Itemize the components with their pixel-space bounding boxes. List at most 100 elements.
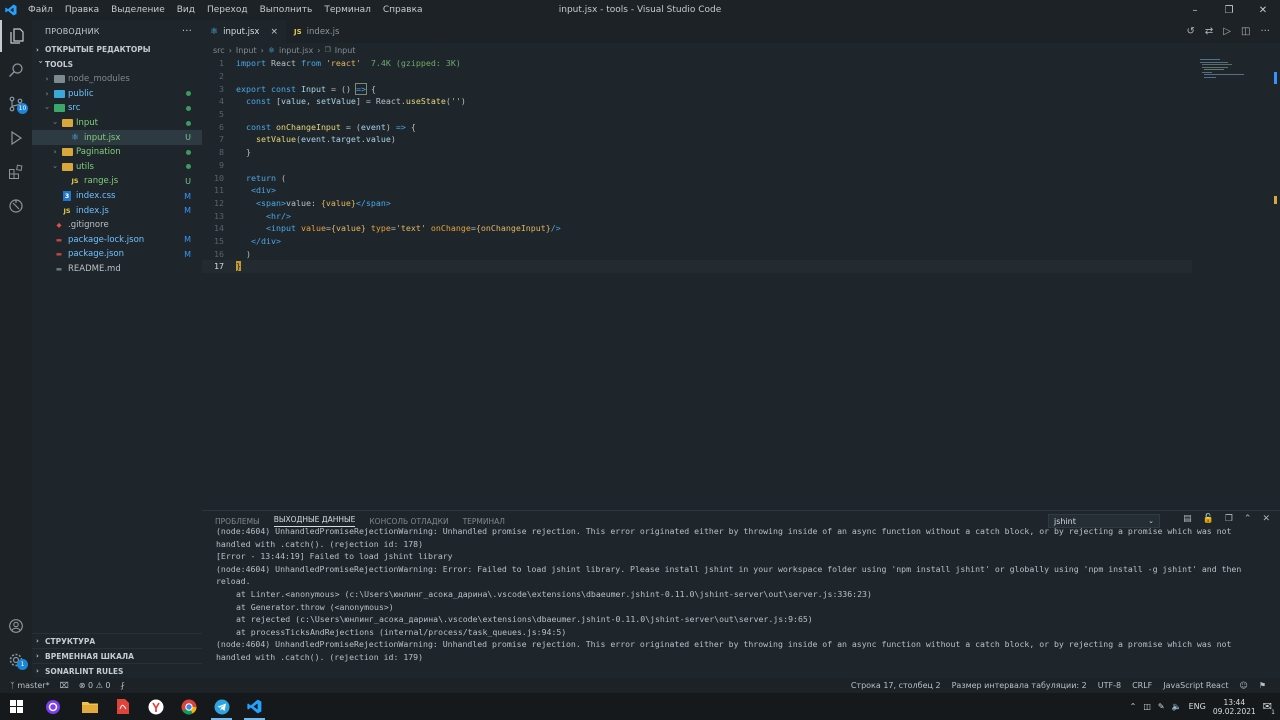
open-editors-section[interactable]: › ОТКРЫТЫЕ РЕДАКТОРЫ bbox=[32, 42, 202, 57]
tree-item[interactable]: ▬ package.json M bbox=[32, 247, 202, 262]
more-actions-icon[interactable]: ··· bbox=[182, 26, 192, 37]
menu-item[interactable]: Правка bbox=[59, 5, 105, 15]
indentation[interactable]: Размер интервала табуляции: 2 bbox=[952, 681, 1087, 690]
tree-item[interactable]: › Input bbox=[32, 116, 202, 131]
code-line[interactable]: 15 </div> bbox=[202, 235, 1192, 248]
menu-item[interactable]: Справка bbox=[377, 5, 429, 15]
menu-item[interactable]: Выполнить bbox=[254, 5, 319, 15]
maximize-panel-icon[interactable]: ❐ bbox=[1225, 514, 1233, 524]
tree-item[interactable]: JS range.js U bbox=[32, 174, 202, 189]
yandex-browser-icon[interactable] bbox=[139, 693, 172, 720]
menu-item[interactable]: Файл bbox=[22, 5, 59, 15]
clear-output-icon[interactable]: ▤ bbox=[1183, 514, 1192, 524]
more-actions-icon[interactable]: ··· bbox=[1260, 26, 1270, 37]
explorer-icon[interactable] bbox=[0, 20, 32, 52]
language-indicator[interactable]: ENG bbox=[1189, 702, 1206, 711]
network-icon[interactable]: ◫ bbox=[1143, 702, 1151, 711]
file-explorer-icon[interactable] bbox=[73, 693, 106, 720]
close-panel-icon[interactable]: ✕ bbox=[1262, 514, 1270, 524]
minimize-icon[interactable]: – bbox=[1178, 0, 1212, 20]
chrome-icon[interactable] bbox=[172, 693, 205, 720]
code-line[interactable]: 9 bbox=[202, 159, 1192, 172]
minimap[interactable] bbox=[1198, 57, 1268, 87]
feedback-icon[interactable]: ☺ bbox=[1239, 681, 1247, 690]
pen-icon[interactable]: ✎ bbox=[1158, 702, 1165, 711]
extensions-icon[interactable] bbox=[0, 156, 32, 188]
tree-item[interactable]: ◆ .gitignore bbox=[32, 218, 202, 233]
code-line[interactable]: 1 import React from 'react' 7.4K (gzipped… bbox=[202, 57, 1192, 70]
notifications-bell-icon[interactable]: ⚑ bbox=[1259, 681, 1266, 690]
menu-item[interactable]: Терминал bbox=[318, 5, 377, 15]
restore-icon[interactable]: ❐ bbox=[1212, 0, 1246, 20]
tree-item[interactable]: JS index.js M bbox=[32, 203, 202, 218]
tree-item[interactable]: › src bbox=[32, 101, 202, 116]
editor-scrollbar[interactable] bbox=[1274, 72, 1280, 512]
code-editor[interactable]: 1 import React from 'react' 7.4K (gzipped… bbox=[202, 57, 1192, 273]
code-line[interactable]: 16 ) bbox=[202, 247, 1192, 260]
settings-gear-icon[interactable]: 1 bbox=[0, 644, 32, 676]
notification-center-icon[interactable]: ✉ 1 bbox=[1263, 700, 1276, 716]
tree-item[interactable]: 3 index.css M bbox=[32, 189, 202, 204]
clock[interactable]: 13:44 09.02.2021 bbox=[1213, 698, 1256, 716]
problems-status[interactable]: ⊗ 0 ⚠ 0 bbox=[79, 681, 111, 690]
code-line[interactable]: 12 <span>value: {value}</span> bbox=[202, 197, 1192, 210]
breadcrumb-item[interactable]: input.jsx bbox=[279, 46, 313, 55]
tree-item[interactable]: › utils bbox=[32, 160, 202, 175]
encoding[interactable]: UTF-8 bbox=[1098, 681, 1121, 690]
live-share-icon[interactable]: ⌧ bbox=[60, 681, 69, 690]
cortana-icon[interactable] bbox=[33, 693, 73, 720]
code-line[interactable]: 3 export const Input = () => { bbox=[202, 82, 1192, 95]
tools-root-section[interactable]: › TOOLS bbox=[32, 57, 202, 72]
code-line[interactable]: 14 <input value={value} type='text' onCh… bbox=[202, 222, 1192, 235]
volume-icon[interactable]: 🔈 bbox=[1172, 702, 1182, 711]
tab-index-js[interactable]: JS index.js bbox=[286, 20, 347, 43]
language-mode[interactable]: JavaScript React bbox=[1163, 681, 1228, 690]
tree-item[interactable]: ▬ README.md bbox=[32, 262, 202, 277]
timeline-icon[interactable]: ↺ bbox=[1187, 26, 1195, 37]
menu-item[interactable]: Вид bbox=[171, 5, 201, 15]
breadcrumb-item[interactable]: Input bbox=[335, 46, 356, 55]
vscode-taskbar-icon[interactable] bbox=[238, 693, 271, 720]
pdf-reader-icon[interactable] bbox=[106, 693, 139, 720]
compare-icon[interactable]: ⇄ bbox=[1205, 26, 1213, 37]
menu-item[interactable]: Переход bbox=[201, 5, 254, 15]
sonarlint-icon[interactable] bbox=[0, 190, 32, 222]
close-icon[interactable]: ✕ bbox=[1246, 0, 1280, 20]
breadcrumb-item[interactable]: src bbox=[213, 46, 225, 55]
code-line[interactable]: 13 <hr/> bbox=[202, 209, 1192, 222]
tree-item[interactable]: ⚛ input.jsx U bbox=[32, 130, 202, 145]
code-line[interactable]: 7 setValue(event.target.value) bbox=[202, 133, 1192, 146]
menu-item[interactable]: Выделение bbox=[105, 5, 171, 15]
tree-item[interactable]: ▬ package-lock.json M bbox=[32, 233, 202, 248]
sidebar-section-1[interactable]: › ВРЕМЕННАЯ ШКАЛА bbox=[32, 648, 202, 663]
breadcrumb-item[interactable]: Input bbox=[236, 46, 257, 55]
cursor-position[interactable]: Строка 17, столбец 2 bbox=[851, 681, 941, 690]
line-ending[interactable]: CRLF bbox=[1132, 681, 1152, 690]
sidebar-section-2[interactable]: › SONARLINT RULES bbox=[32, 663, 202, 678]
search-icon[interactable] bbox=[0, 54, 32, 86]
run-debug-icon[interactable] bbox=[0, 122, 32, 154]
branch-status[interactable]: ᛉ master* bbox=[10, 681, 50, 690]
windows-start-icon[interactable] bbox=[0, 693, 33, 720]
code-line[interactable]: 2 bbox=[202, 70, 1192, 83]
code-line[interactable]: 6 const onChangeInput = (event) => { bbox=[202, 120, 1192, 133]
telegram-icon[interactable] bbox=[205, 693, 238, 720]
tree-item[interactable]: › node_modules bbox=[32, 72, 202, 87]
tab-input-jsx[interactable]: ⚛ input.jsx × bbox=[202, 20, 287, 43]
close-tab-icon[interactable]: × bbox=[270, 27, 278, 37]
code-line[interactable]: 4 const [value, setValue] = React.useSta… bbox=[202, 95, 1192, 108]
tray-chevron-up-icon[interactable]: ⌃ bbox=[1130, 702, 1137, 711]
run-icon[interactable]: ▷ bbox=[1223, 26, 1231, 37]
output-log[interactable]: (node:4604) UnhandledPromiseRejectionWar… bbox=[216, 525, 1266, 673]
tree-item[interactable]: › Pagination bbox=[32, 145, 202, 160]
code-line[interactable]: 11 <div> bbox=[202, 184, 1192, 197]
code-line[interactable]: 8 } bbox=[202, 146, 1192, 159]
account-icon[interactable] bbox=[0, 610, 32, 642]
split-editor-icon[interactable]: ◫ bbox=[1241, 26, 1250, 37]
code-line[interactable]: 17} bbox=[202, 260, 1192, 273]
code-line[interactable]: 10 return ( bbox=[202, 171, 1192, 184]
tree-item[interactable]: › public bbox=[32, 87, 202, 102]
chevron-up-icon[interactable]: ⌃ bbox=[1244, 514, 1252, 524]
lightning-icon[interactable]: ⨏ bbox=[121, 681, 125, 690]
lock-scroll-icon[interactable]: 🔓 bbox=[1203, 514, 1214, 524]
